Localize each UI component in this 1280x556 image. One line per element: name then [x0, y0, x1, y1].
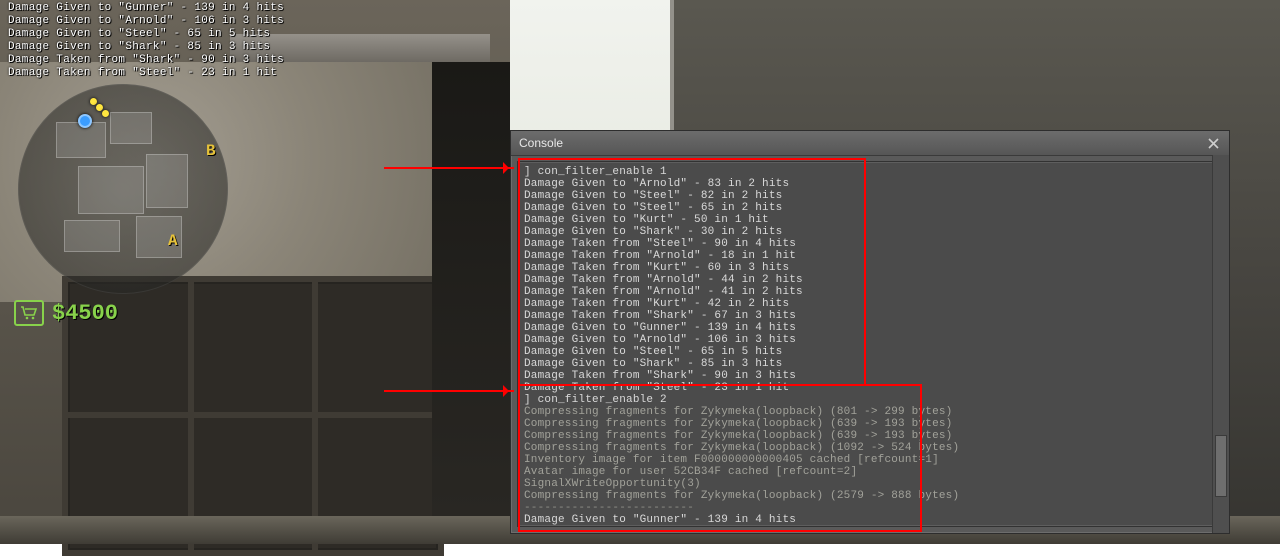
console-block-1: Damage Given to "Arnold" - 83 in 2 hitsD… — [524, 178, 1216, 394]
console-line: Damage Given to "Steel" - 65 in 2 hits — [524, 202, 1216, 214]
console-output[interactable]: ] con_filter_enable 1 Damage Given to "A… — [517, 161, 1223, 527]
console-scrollbar[interactable] — [1212, 155, 1229, 533]
console-line: Damage Given to "Steel" - 65 in 5 hits — [524, 346, 1216, 358]
minimap: B A — [18, 84, 228, 294]
minimap-teammate — [90, 98, 97, 105]
console-line: Damage Taken from "Steel" - 90 in 4 hits — [524, 238, 1216, 250]
feed-line: Damage Given to "Arnold" - 106 in 3 hits — [8, 15, 284, 28]
console-titlebar[interactable]: Console — [511, 131, 1229, 156]
minimap-teammate — [102, 110, 109, 117]
console-line: Damage Taken from "Steel" - 23 in 1 hit — [524, 382, 1216, 394]
console-line: SignalXWriteOpportunity(3) — [524, 478, 1216, 490]
bombsite-a-label: A — [168, 232, 178, 250]
feed-line: Damage Given to "Gunner" - 139 in 4 hits — [8, 2, 284, 15]
feed-line: Damage Taken from "Shark" - 90 in 3 hits — [8, 54, 284, 67]
console-line: Compressing fragments for Zykymeka(loopb… — [524, 406, 1216, 418]
console-line: Avatar image for user 52CB34F cached [re… — [524, 466, 1216, 478]
console-line: Damage Given to "Arnold" - 106 in 3 hits — [524, 334, 1216, 346]
console-line: Compressing fragments for Zykymeka(loopb… — [524, 442, 1216, 454]
console-line: Compressing fragments for Zykymeka(loopb… — [524, 418, 1216, 430]
feed-line: Damage Taken from "Steel" - 23 in 1 hit — [8, 67, 284, 80]
developer-console[interactable]: Console ] con_filter_enable 1 Damage Giv… — [510, 130, 1230, 534]
console-line: Damage Given to "Gunner" - 139 in 4 hits — [524, 514, 1216, 526]
money-value: $4500 — [52, 301, 118, 326]
feed-line: Damage Given to "Shark" - 85 in 3 hits — [8, 41, 284, 54]
feed-line: Damage Given to "Steel" - 65 in 5 hits — [8, 28, 284, 41]
console-command: ] con_filter_enable 1 — [524, 166, 1216, 178]
console-line: Damage Taken from "Arnold" - 41 in 2 hit… — [524, 286, 1216, 298]
separator: ------------------------- — [524, 502, 1216, 514]
console-line: Compressing fragments for Zykymeka(loopb… — [524, 490, 1216, 502]
console-line: Damage Given to "Arnold" - 83 in 2 hits — [524, 178, 1216, 190]
console-line: Damage Taken from "Arnold" - 18 in 1 hit — [524, 250, 1216, 262]
buy-menu-icon — [14, 300, 44, 326]
minimap-player — [78, 114, 92, 128]
bombsite-b-label: B — [206, 142, 216, 160]
damage-feed: Damage Given to "Gunner" - 139 in 4 hits… — [8, 2, 284, 80]
annotation-arrow-1 — [384, 167, 514, 169]
console-line: Damage Given to "Steel" - 82 in 2 hits — [524, 190, 1216, 202]
console-line: Damage Taken from "Arnold" - 44 in 2 hit… — [524, 274, 1216, 286]
console-line: Damage Taken from "Shark" - 90 in 3 hits — [524, 370, 1216, 382]
console-line: Damage Taken from "Kurt" - 42 in 2 hits — [524, 298, 1216, 310]
console-line: Compressing fragments for Zykymeka(loopb… — [524, 430, 1216, 442]
console-line: Damage Given to "Arnold" - 106 in 3 hits — [524, 526, 1216, 527]
console-line: Damage Given to "Gunner" - 139 in 4 hits — [524, 322, 1216, 334]
annotation-arrow-2 — [384, 390, 514, 392]
window-frame — [62, 276, 444, 556]
console-line: Damage Given to "Shark" - 85 in 3 hits — [524, 358, 1216, 370]
close-icon[interactable] — [1205, 135, 1221, 151]
console-line: Damage Given to "Shark" - 30 in 2 hits — [524, 226, 1216, 238]
console-line: Inventory image for item F00000000000040… — [524, 454, 1216, 466]
console-line: Damage Taken from "Shark" - 67 in 3 hits — [524, 310, 1216, 322]
console-line: Damage Given to "Kurt" - 50 in 1 hit — [524, 214, 1216, 226]
minimap-teammate — [96, 104, 103, 111]
console-block-2-system: Compressing fragments for Zykymeka(loopb… — [524, 406, 1216, 502]
scrollbar-thumb[interactable] — [1215, 435, 1227, 497]
console-title: Console — [519, 136, 1205, 150]
console-line: Damage Taken from "Kurt" - 60 in 3 hits — [524, 262, 1216, 274]
console-block-2-given: Damage Given to "Gunner" - 139 in 4 hits… — [524, 514, 1216, 527]
money-display: $4500 — [14, 300, 118, 326]
console-command: ] con_filter_enable 2 — [524, 394, 1216, 406]
